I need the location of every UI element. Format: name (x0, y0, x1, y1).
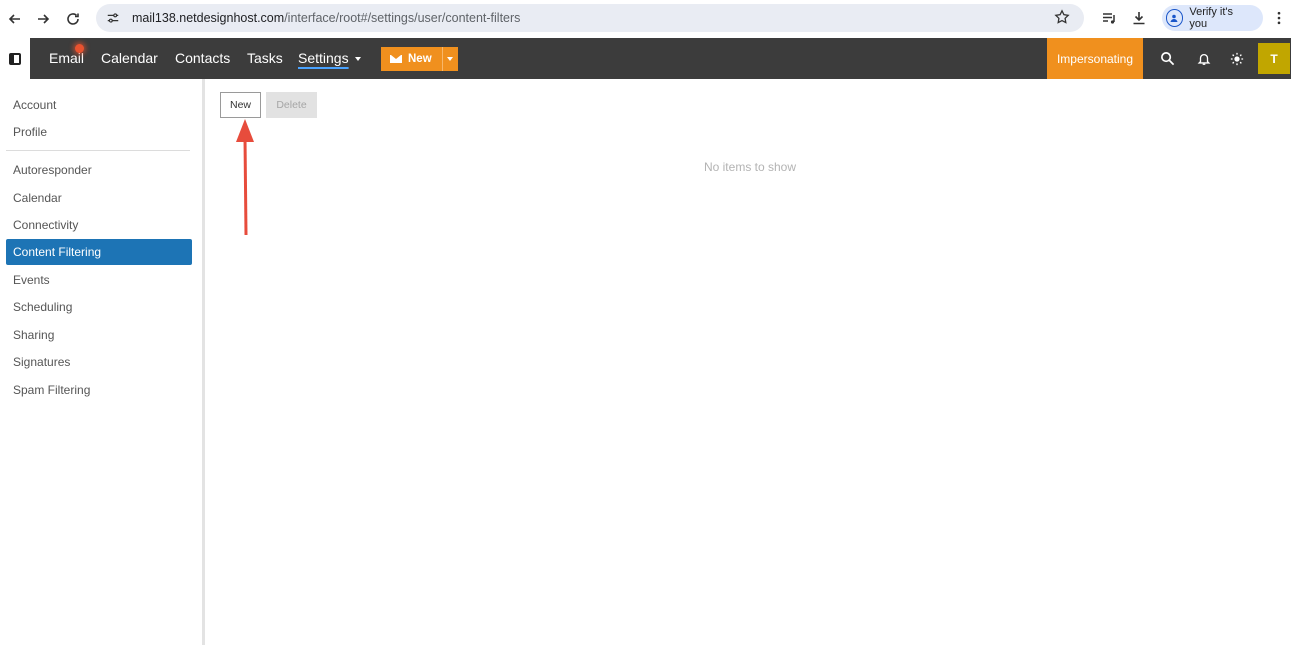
new-email-button[interactable]: New (381, 47, 442, 71)
sidebar-item-spam-filtering[interactable]: Spam Filtering (6, 377, 192, 403)
empty-state-message: No items to show (703, 160, 797, 174)
sidebar-item-autoresponder[interactable]: Autoresponder (6, 157, 192, 183)
verify-identity-button[interactable]: Verify it's you (1161, 5, 1264, 31)
url-text: mail138.netdesignhost.com/interface/root… (132, 11, 520, 25)
nav-settings[interactable]: Settings (298, 38, 361, 79)
sidebar-item-content-filtering[interactable]: Content Filtering (6, 239, 192, 265)
nav-calendar[interactable]: Calendar (101, 38, 158, 79)
sidebar-toggle-icon[interactable] (0, 38, 30, 79)
bookmark-star-icon[interactable] (1054, 9, 1072, 27)
sidebar-item-events[interactable]: Events (6, 267, 192, 293)
person-icon (1165, 9, 1184, 27)
sidebar-item-signatures[interactable]: Signatures (6, 349, 192, 375)
avatar[interactable]: T (1258, 43, 1290, 74)
theme-sun-icon[interactable] (1223, 38, 1251, 79)
url-path: /interface/root#/settings/user/content-f… (284, 11, 521, 25)
delete-filter-button[interactable]: Delete (266, 92, 317, 118)
back-icon[interactable] (0, 4, 30, 34)
new-dropdown-button[interactable] (441, 47, 458, 71)
verify-label: Verify it's you (1189, 6, 1234, 30)
browser-menu-icon[interactable] (1267, 4, 1291, 32)
address-bar[interactable]: mail138.netdesignhost.com/interface/root… (96, 4, 1084, 32)
site-info-icon[interactable] (104, 9, 122, 27)
annotation-arrow (236, 119, 254, 236)
browser-toolbar-right: Verify it's you (1094, 4, 1291, 32)
sidebar-item-sharing[interactable]: Sharing (6, 322, 192, 348)
new-email-label: New (408, 53, 432, 65)
media-queue-icon[interactable] (1094, 4, 1124, 32)
nav-tasks[interactable]: Tasks (247, 38, 283, 79)
nav-settings-label: Settings (298, 50, 349, 66)
sidebar-item-account[interactable]: Account (6, 92, 192, 118)
app-header: Email Calendar Contacts Tasks Settings N… (0, 38, 1291, 79)
url-host: mail138.netdesignhost.com (132, 11, 285, 25)
sidebar-item-scheduling[interactable]: Scheduling (6, 294, 192, 320)
nav-contacts[interactable]: Contacts (175, 38, 230, 79)
notification-dot (75, 44, 84, 53)
caret-down-icon (354, 57, 361, 62)
browser-toolbar: mail138.netdesignhost.com/interface/root… (0, 0, 1291, 38)
new-item-group: New (381, 47, 458, 71)
envelope-icon (390, 55, 402, 63)
settings-sidebar: Account Profile Autoresponder Calendar C… (0, 79, 205, 645)
sidebar-item-calendar[interactable]: Calendar (6, 185, 192, 211)
download-icon[interactable] (1124, 4, 1154, 32)
reload-icon[interactable] (58, 4, 88, 34)
search-icon[interactable] (1153, 38, 1181, 79)
forward-icon[interactable] (28, 4, 58, 34)
sidebar-item-connectivity[interactable]: Connectivity (6, 212, 192, 238)
chevron-down-icon (447, 57, 454, 61)
impersonating-button[interactable]: Impersonating (1047, 38, 1143, 79)
bell-icon[interactable] (1190, 38, 1218, 79)
sidebar-item-profile[interactable]: Profile (6, 119, 192, 145)
sidebar-divider (6, 150, 190, 151)
